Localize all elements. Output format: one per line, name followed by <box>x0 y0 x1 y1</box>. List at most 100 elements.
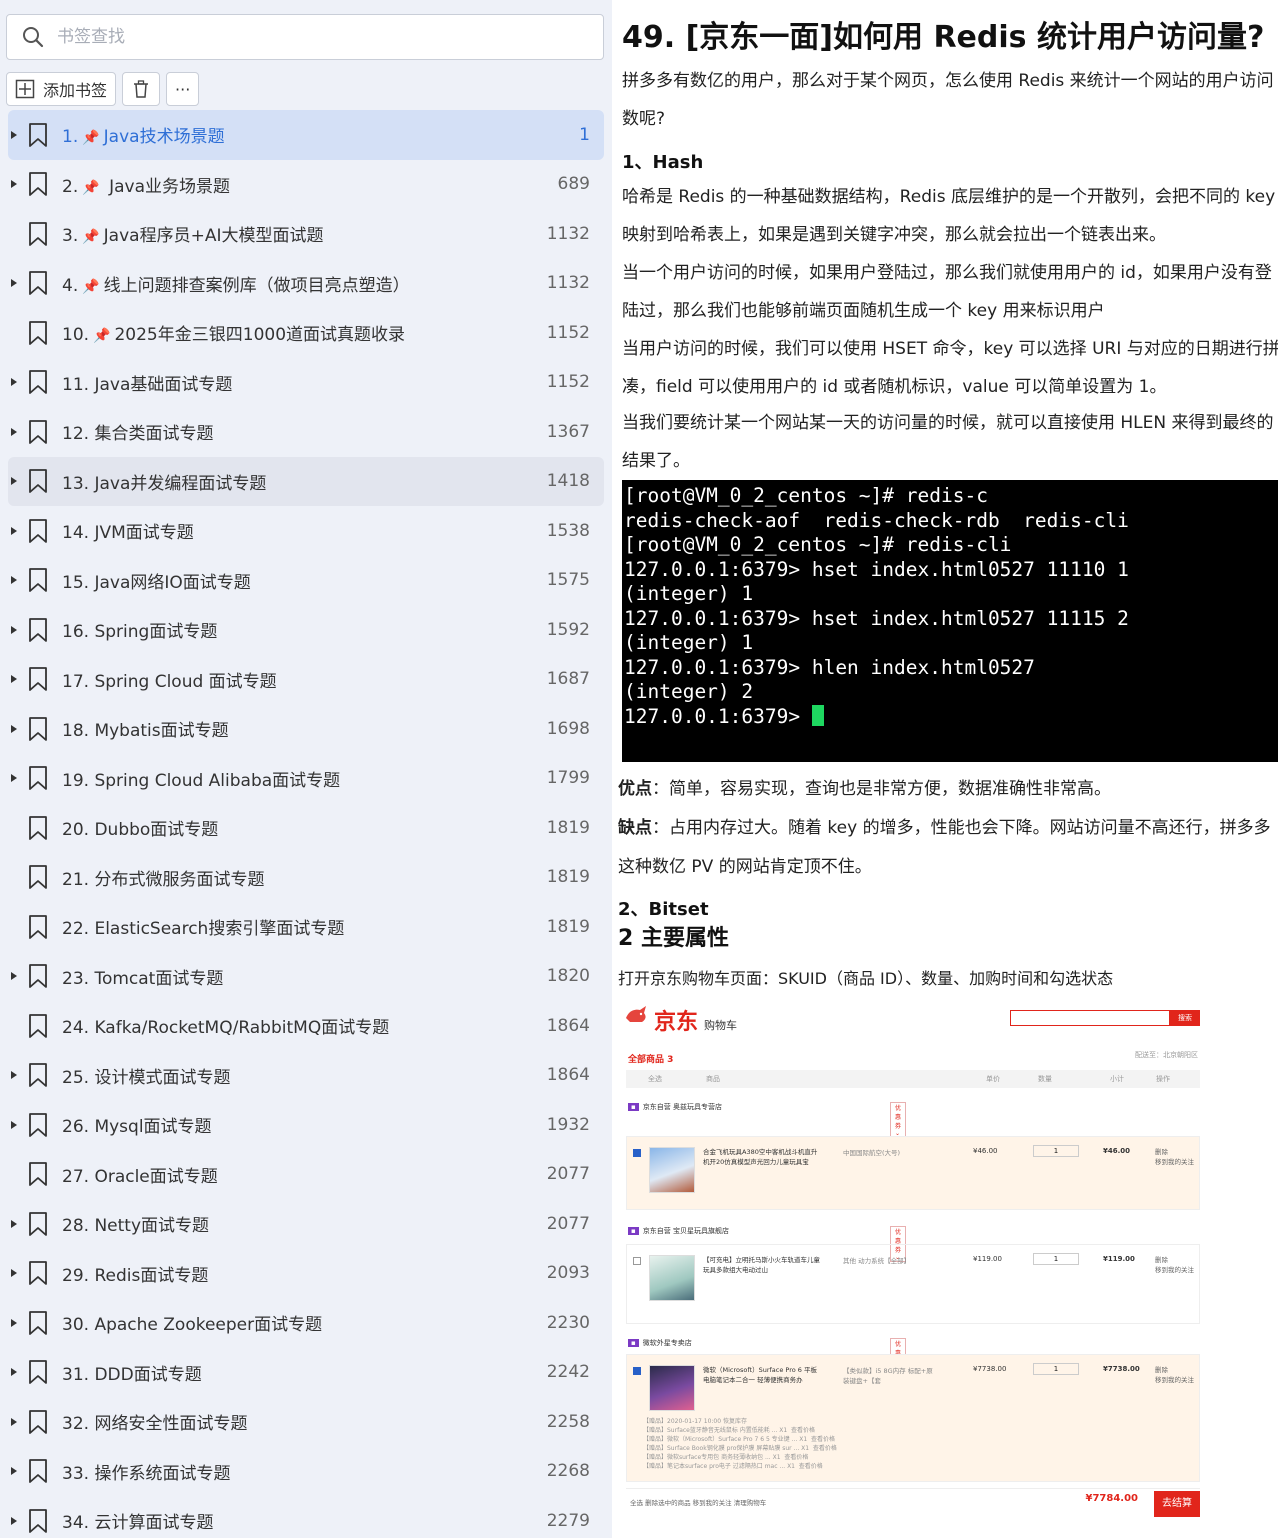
bookmark-icon <box>29 865 47 890</box>
item-ops[interactable]: 删除 移到我的关注 <box>1155 1147 1194 1167</box>
terminal-line-text: 127.0.0.1:6379> hlen index.html0527 <box>624 655 1035 679</box>
item-ops[interactable]: 删除 移到我的关注 <box>1155 1255 1194 1275</box>
add-bookmark-button[interactable]: 添加书签 <box>6 72 117 106</box>
bookmark-icon <box>29 1211 47 1236</box>
bookmark-item[interactable]: 14. JVM面试专题 1538 <box>8 506 604 556</box>
expand-arrow-icon[interactable] <box>11 180 17 189</box>
bookmark-item[interactable]: 24. Kafka/RocketMQ/RabbitMQ面试专题 1864 <box>8 1001 604 1051</box>
pin-icon: 📌 <box>93 328 111 345</box>
expand-arrow-icon[interactable] <box>11 1269 17 1278</box>
bookmark-item[interactable]: 15. Java网络IO面试专题 1575 <box>8 556 604 606</box>
checkout-button[interactable]: 去结算 <box>1154 1491 1200 1517</box>
expand-arrow-icon[interactable] <box>11 625 17 634</box>
bookmark-title: 20. Dubbo面试专题 <box>62 815 218 840</box>
bookmark-search-input[interactable] <box>57 27 557 47</box>
item-checkbox[interactable] <box>633 1257 641 1265</box>
bookmark-item[interactable]: 4. 📌 线上问题排查案例库（做项目亮点塑造） 1132 <box>8 259 604 309</box>
cons-paragraph: 缺点：占用内存过大。随着 key 的增多，性能也会下降。网站访问量不高还行，拼多… <box>618 809 1274 847</box>
expand-arrow-icon[interactable] <box>11 675 17 684</box>
coupon-button[interactable]: 优惠券 ⌄ <box>890 1102 907 1138</box>
shop-tag: ▪ <box>628 1103 639 1111</box>
bookmark-item[interactable]: 21. 分布式微服务面试专题 1819 <box>8 853 604 903</box>
bookmark-item[interactable]: 17. Spring Cloud 面试专题 1687 <box>8 655 604 705</box>
expand-arrow-icon[interactable] <box>11 774 17 783</box>
terminal-cursor <box>811 704 824 726</box>
bookmark-title: 18. Mybatis面试专题 <box>62 716 229 741</box>
bookmark-label: 线上问题排查案例库（做项目亮点塑造） <box>103 275 410 296</box>
bookmark-number: 27. <box>62 1166 90 1187</box>
bookmark-number: 26. <box>62 1117 90 1138</box>
bookmark-item[interactable]: 2. 📌 Java业务场景题 689 <box>8 160 604 210</box>
bookmark-page-number: 1132 <box>546 223 590 244</box>
pin-icon: 📌 <box>82 130 100 147</box>
item-ops[interactable]: 删除 移到我的关注 <box>1155 1365 1194 1385</box>
bookmark-item[interactable]: 26. Mysql面试专题 1932 <box>8 1100 604 1150</box>
expand-arrow-icon[interactable] <box>11 1219 17 1228</box>
expand-arrow-icon[interactable] <box>11 279 17 288</box>
bookmark-list: 1. 📌 Java技术场景题 1 2. 📌 Java业务场景题 689 3. 📌 Java程序员+… <box>8 110 604 1538</box>
bookmark-item[interactable]: 29. Redis面试专题 2093 <box>8 1249 604 1299</box>
bookmark-item[interactable]: 33. 操作系统面试专题 2268 <box>8 1447 604 1497</box>
bookmark-label: Spring面试专题 <box>94 622 218 643</box>
bookmark-number: 19. <box>62 770 90 791</box>
item-price: ¥46.00 <box>973 1147 998 1155</box>
bookmark-item[interactable]: 27. Oracle面试专题 2077 <box>8 1150 604 1200</box>
bookmark-item[interactable]: 30. Apache Zookeeper面试专题 2230 <box>8 1298 604 1348</box>
bookmark-item[interactable]: 22. ElasticSearch搜索引擎面试专题 1819 <box>8 902 604 952</box>
expand-arrow-icon[interactable] <box>11 1467 17 1476</box>
bookmark-search-box[interactable] <box>6 14 604 60</box>
expand-arrow-icon[interactable] <box>11 1368 17 1377</box>
bookmark-item[interactable]: 19. Spring Cloud Alibaba面试专题 1799 <box>8 754 604 804</box>
bookmark-item[interactable]: 32. 网络安全性面试专题 2258 <box>8 1397 604 1447</box>
expand-arrow-icon[interactable] <box>11 1516 17 1525</box>
jd-search-input[interactable] <box>1010 1010 1170 1026</box>
bookmark-number: 14. <box>62 523 90 544</box>
bookmark-item[interactable]: 23. Tomcat面试专题 1820 <box>8 952 604 1002</box>
cart-footer-actions[interactable]: 全选 删除选中的商品 移到我的关注 清理购物车 <box>630 1497 766 1507</box>
bookmark-label: Redis面试专题 <box>94 1265 209 1286</box>
bookmark-title: 3. 📌 Java程序员+AI大模型面试题 <box>62 221 323 246</box>
bookmark-title: 2. 📌 Java业务场景题 <box>62 172 230 197</box>
bookmark-item[interactable]: 34. 云计算面试专题 2279 <box>8 1496 604 1538</box>
bookmark-item[interactable]: 28. Netty面试专题 2077 <box>8 1199 604 1249</box>
bookmark-item[interactable]: 20. Dubbo面试专题 1819 <box>8 803 604 853</box>
expand-arrow-icon[interactable] <box>11 1417 17 1426</box>
expand-arrow-icon[interactable] <box>11 1318 17 1327</box>
bookmark-item[interactable]: 11. Java基础面试专题 1152 <box>8 358 604 408</box>
bookmark-item[interactable]: 10. 📌 2025年金三银四1000道面试真题收录 1152 <box>8 308 604 358</box>
item-checkbox[interactable] <box>633 1149 641 1157</box>
bookmark-title: 21. 分布式微服务面试专题 <box>62 865 264 890</box>
bookmark-item[interactable]: 13. Java并发编程面试专题 1418 <box>8 456 604 506</box>
bookmark-item[interactable]: 12. 集合类面试专题 1367 <box>8 407 604 457</box>
expand-arrow-icon[interactable] <box>11 1120 17 1129</box>
item-checkbox[interactable] <box>633 1367 641 1375</box>
bookmark-title: 19. Spring Cloud Alibaba面试专题 <box>62 766 340 791</box>
expand-arrow-icon[interactable] <box>11 972 17 981</box>
jd-search-button[interactable]: 搜索 <box>1170 1010 1200 1026</box>
expand-arrow-icon[interactable] <box>11 1071 17 1080</box>
expand-arrow-icon[interactable] <box>11 526 17 535</box>
bookmark-number: 12. <box>62 424 90 445</box>
expand-arrow-icon[interactable] <box>11 724 17 733</box>
expand-arrow-icon[interactable] <box>11 130 17 139</box>
cons-label: 缺点 <box>618 818 652 838</box>
item-qty[interactable]: 1 <box>1033 1253 1079 1265</box>
expand-arrow-icon[interactable] <box>11 427 17 436</box>
bookmark-number: 30. <box>62 1315 90 1336</box>
bookmark-item[interactable]: 16. Spring面试专题 1592 <box>8 605 604 655</box>
bookmark-item[interactable]: 1. 📌 Java技术场景题 1 <box>8 110 604 160</box>
expand-arrow-icon[interactable] <box>11 477 17 486</box>
expand-arrow-icon[interactable] <box>11 576 17 585</box>
delete-bookmark-button[interactable] <box>122 72 161 106</box>
bookmark-label: 分布式微服务面试专题 <box>94 869 265 890</box>
item-qty[interactable]: 1 <box>1033 1145 1079 1157</box>
expand-arrow-icon[interactable] <box>11 378 17 387</box>
more-options-button[interactable]: ··· <box>166 72 200 106</box>
bookmark-item[interactable]: 3. 📌 Java程序员+AI大模型面试题 1132 <box>8 209 604 259</box>
item-qty[interactable]: 1 <box>1033 1363 1079 1375</box>
gift-list: 【赠品】2020-01-17 10:00 恢复库存 【赠品】Surface蓝牙静… <box>643 1418 837 1470</box>
bookmark-title: 33. 操作系统面试专题 <box>62 1459 230 1484</box>
bookmark-item[interactable]: 25. 设计模式面试专题 1864 <box>8 1051 604 1101</box>
bookmark-item[interactable]: 31. DDD面试专题 2242 <box>8 1348 604 1398</box>
bookmark-item[interactable]: 18. Mybatis面试专题 1698 <box>8 704 604 754</box>
